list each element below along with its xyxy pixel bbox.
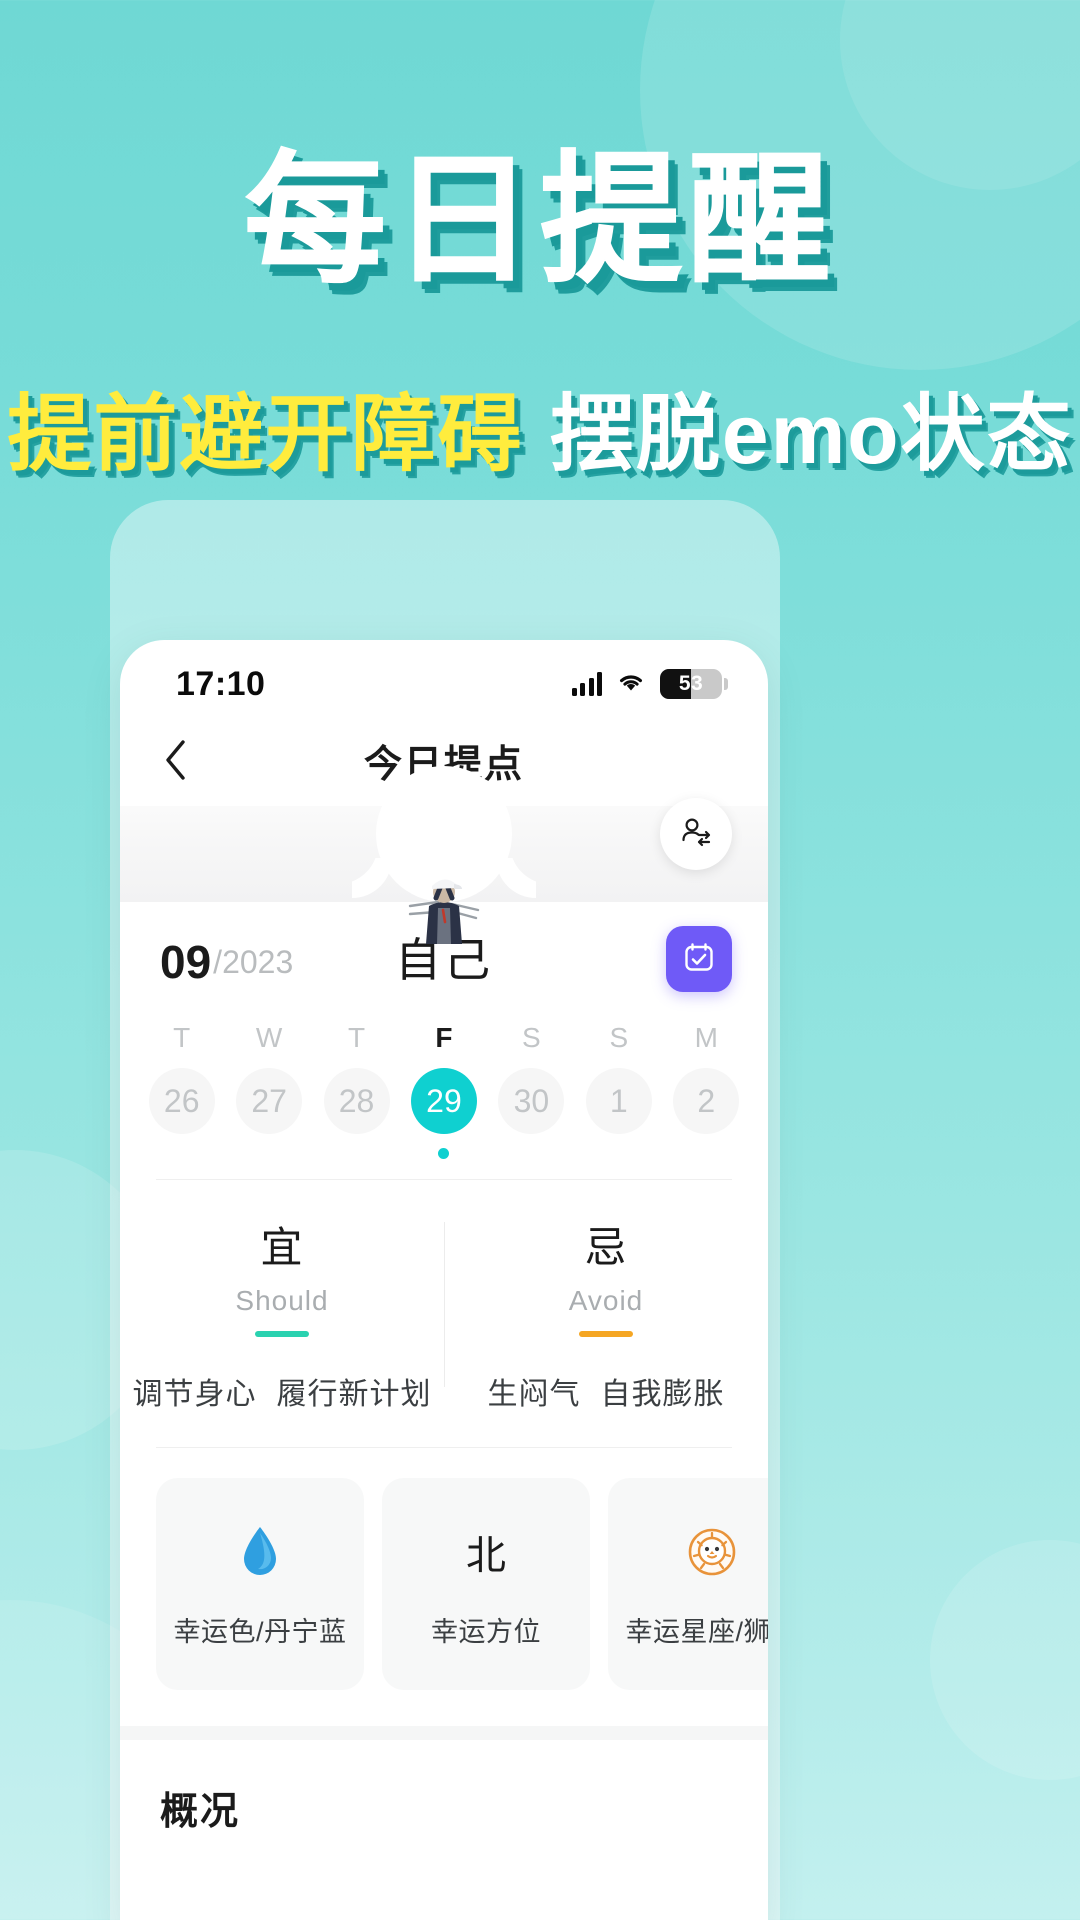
calendar-day-number: 28 xyxy=(323,1068,390,1134)
calendar-day-letter: S xyxy=(522,1022,541,1053)
calendar-day-number: 27 xyxy=(236,1068,303,1134)
calendar-day-number: 1 xyxy=(585,1068,652,1134)
switch-user-button[interactable] xyxy=(660,798,732,870)
should-items: 调节身心 履行新计划 xyxy=(133,1369,432,1413)
calendar-day-number: 26 xyxy=(148,1068,215,1134)
avoid-items: 生闷气 自我膨胀 xyxy=(488,1369,725,1413)
poster-subline-wrap: 提前避开障碍 摆脱emo状态 xyxy=(0,392,1080,476)
calendar-day-dot xyxy=(701,1148,712,1159)
calendar-day-0[interactable]: T 26 xyxy=(138,1022,225,1159)
poster-subline-yellow: 提前避开障碍 xyxy=(7,387,524,481)
lucky-card-label: 幸运方位 xyxy=(431,1616,541,1647)
calendar-day-dot xyxy=(438,1148,450,1159)
poster-headline: 每日提醒 xyxy=(244,141,836,300)
should-underline xyxy=(255,1331,309,1337)
status-bar-indicators: 53 xyxy=(571,669,728,699)
calendar-day-number: 2 xyxy=(673,1068,740,1134)
should-subtitle: Should xyxy=(235,1285,329,1316)
lucky-card-label: 幸运色/丹宁蓝 xyxy=(173,1616,347,1647)
calendar-button[interactable] xyxy=(666,926,732,992)
calendar-day-dot xyxy=(264,1148,275,1159)
battery-cap xyxy=(724,678,728,690)
date-month: 09 xyxy=(160,936,212,988)
avoid-underline xyxy=(579,1331,633,1337)
background-blob-right xyxy=(930,1540,1080,1780)
avoid-column: 忌 Avoid 生闷气 自我膨胀 xyxy=(444,1214,768,1413)
calendar-day-1[interactable]: W 27 xyxy=(225,1022,312,1159)
lucky-cards-row[interactable]: 幸运色/丹宁蓝 北 幸运方位 幸运星座/狮子 xyxy=(120,1448,768,1720)
lucky-card-direction[interactable]: 北 幸运方位 xyxy=(382,1478,590,1690)
lucky-card-color[interactable]: 幸运色/丹宁蓝 xyxy=(156,1478,364,1690)
avoid-subtitle: Avoid xyxy=(568,1285,644,1316)
should-avoid-section: 宜 Should 调节身心 履行新计划 忌 Avoid 生闷气 自我膨胀 xyxy=(120,1180,768,1447)
calendar-day-dot xyxy=(176,1148,187,1159)
wifi-icon xyxy=(616,670,646,699)
avoid-item-1: 自我膨胀 xyxy=(600,1378,725,1411)
calendar-day-letter: W xyxy=(255,1022,283,1053)
calendar-day-4[interactable]: S 30 xyxy=(488,1022,575,1159)
avatar-person-icon[interactable] xyxy=(398,862,490,954)
signal-bars-icon xyxy=(571,672,602,696)
should-item-0: 调节身心 xyxy=(132,1378,257,1411)
avoid-item-0: 生闷气 xyxy=(487,1378,581,1411)
calendar-day-number: 30 xyxy=(498,1068,565,1134)
should-item-1: 履行新计划 xyxy=(276,1378,432,1411)
date-year: /2023 xyxy=(213,943,294,980)
overview-section: 概况 xyxy=(120,1726,768,1835)
should-column: 宜 Should 调节身心 履行新计划 xyxy=(120,1214,444,1413)
calendar-day-dot xyxy=(351,1148,362,1159)
calendar-check-icon xyxy=(682,940,716,979)
battery-icon: 53 xyxy=(660,669,728,699)
calendar-day-dot xyxy=(613,1148,624,1159)
calendar-day-letter: M xyxy=(694,1022,718,1053)
poster-subline-white: 摆脱emo状态 xyxy=(549,387,1073,481)
calendar-week-strip[interactable]: T 26 W 27 T 28 F 29 S 30 S 1 M 2 xyxy=(120,1006,768,1179)
phone-screen: 17:10 53 今日提点 09 /2023 自己 T 26 W 27 T 28… xyxy=(120,640,768,1920)
calendar-day-6[interactable]: M 2 xyxy=(663,1022,750,1159)
calendar-day-number: 29 xyxy=(410,1068,477,1134)
calendar-day-letter: T xyxy=(348,1022,366,1053)
chevron-left-icon[interactable] xyxy=(156,740,196,780)
should-title: 宜 xyxy=(260,1224,304,1271)
calendar-day-letter: F xyxy=(435,1022,453,1053)
calendar-day-5[interactable]: S 1 xyxy=(575,1022,662,1159)
calendar-day-3-selected[interactable]: F 29 xyxy=(400,1022,487,1159)
status-bar: 17:10 53 xyxy=(120,640,768,714)
switch-user-icon xyxy=(679,815,713,854)
calendar-day-letter: S xyxy=(609,1022,629,1053)
calendar-day-2[interactable]: T 28 xyxy=(313,1022,400,1159)
lucky-card-label: 幸运星座/狮子 xyxy=(625,1616,768,1647)
lion-zodiac-icon xyxy=(684,1520,740,1584)
overview-title: 概况 xyxy=(160,1791,241,1833)
lucky-card-zodiac[interactable]: 幸运星座/狮子 xyxy=(608,1478,768,1690)
status-bar-time: 17:10 xyxy=(176,664,266,703)
water-drop-icon xyxy=(238,1520,282,1584)
lucky-direction-value: 北 xyxy=(466,1533,506,1578)
poster-headline-wrap: 每日提醒 xyxy=(0,141,1080,300)
battery-percent: 53 xyxy=(678,672,704,695)
profile-panel xyxy=(120,766,768,944)
calendar-day-dot xyxy=(526,1148,537,1159)
avoid-title: 忌 xyxy=(584,1224,628,1271)
calendar-day-letter: T xyxy=(173,1022,191,1053)
